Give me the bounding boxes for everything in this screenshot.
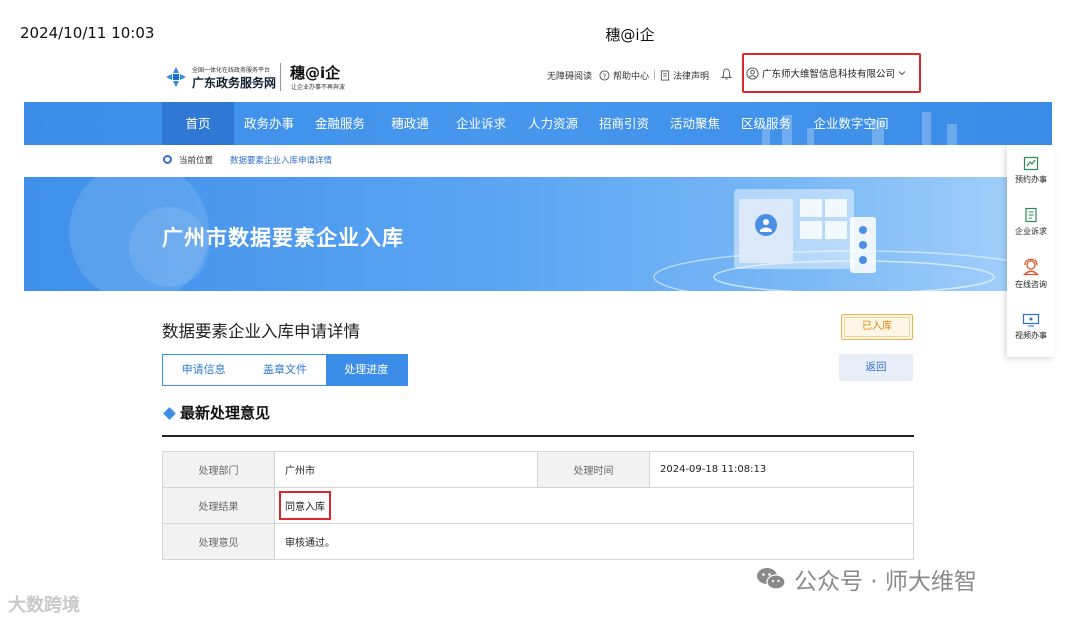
brand-slogan: 让企业办事不再奔波: [291, 84, 346, 91]
document-icon: [660, 70, 670, 81]
section-title: 最新处理意见: [180, 404, 271, 422]
banner-title: 广州市数据要素企业入库: [162, 226, 404, 250]
customer-service-icon: [1022, 258, 1040, 276]
side-video-label: 视频办事: [1015, 331, 1047, 340]
tab-application-info[interactable]: 申请信息: [163, 355, 244, 385]
opinion-label: 处理意见: [162, 523, 275, 560]
side-appointment[interactable]: 预约办事: [1007, 155, 1055, 185]
result-cell: 同意入库: [274, 487, 914, 524]
nav-enterprise-appeal[interactable]: 企业诉求: [449, 102, 513, 145]
side-consult[interactable]: 在线咨询: [1007, 258, 1055, 290]
company-name: 广东师大维智信息科技有限公司: [762, 69, 896, 80]
breadcrumb-label: 当前位置: [179, 156, 214, 166]
nav-suizhengtong[interactable]: 穗政通: [380, 102, 440, 145]
nav-digital-space[interactable]: 企业数字空间: [806, 102, 896, 145]
nav-home[interactable]: 首页: [162, 102, 234, 145]
svg-text:?: ?: [603, 71, 607, 80]
result-label: 处理结果: [162, 487, 275, 524]
video-screen-icon: [1022, 313, 1040, 327]
processing-table: 处理部门 广州市 处理时间 2024-09-18 11:08:13 处理结果 同…: [162, 451, 914, 560]
accessible-reading-link[interactable]: 无障碍阅读: [547, 69, 592, 82]
accessible-reading-label: 无障碍阅读: [547, 72, 593, 82]
wechat-watermark-text: 公众号 · 师大维智: [794, 569, 977, 595]
dept-value: 广州市: [274, 451, 538, 488]
form-icon: [1025, 207, 1037, 223]
company-account-menu[interactable]: 广东师大维智信息科技有限公司: [746, 66, 906, 80]
nav-investment[interactable]: 招商引资: [592, 102, 656, 145]
back-button[interactable]: 返回: [839, 354, 913, 381]
calendar-chart-icon: [1023, 156, 1039, 171]
side-appointment-label: 预约办事: [1015, 175, 1047, 184]
side-video[interactable]: 视频办事: [1007, 313, 1055, 341]
legal-statement-label: 法律声明: [673, 72, 710, 82]
nav-human-resources[interactable]: 人力资源: [521, 102, 585, 145]
bell-icon[interactable]: [721, 68, 732, 80]
help-center-label: 帮助中心: [613, 72, 650, 82]
table-row: 处理意见 审核通过。: [162, 523, 914, 560]
legal-statement-link[interactable]: 法律声明: [660, 69, 709, 82]
tab-progress[interactable]: 处理进度: [325, 355, 407, 385]
opinion-value: 审核通过。: [274, 523, 914, 560]
dept-label: 处理部门: [162, 451, 275, 488]
section-divider: [162, 435, 914, 437]
side-consult-label: 在线咨询: [1015, 280, 1047, 289]
section-marker-icon: [163, 407, 176, 420]
nav-finance[interactable]: 金融服务: [308, 102, 372, 145]
detail-tabs: 申请信息 盖章文件 处理进度: [162, 354, 408, 386]
breadcrumb-current[interactable]: 数据要素企业入库申请详情: [230, 154, 332, 166]
user-icon: [746, 66, 759, 80]
time-value: 2024-09-18 11:08:13: [649, 451, 914, 488]
tab-stamped-files[interactable]: 盖章文件: [244, 355, 325, 385]
link-divider: [654, 70, 655, 80]
page-title: 数据要素企业入库申请详情: [162, 322, 360, 341]
side-appeal-label: 企业诉求: [1015, 227, 1047, 236]
help-center-link[interactable]: ? 帮助中心: [599, 69, 649, 82]
nav-gov-affairs[interactable]: 政务办事: [237, 102, 301, 145]
source-watermark-text: 大数跨境: [8, 595, 80, 616]
source-watermark: 大数跨境: [8, 591, 80, 617]
brand-name[interactable]: 穗@i企: [290, 62, 340, 83]
gov-logo-icon[interactable]: [164, 65, 188, 89]
time-label: 处理时间: [537, 451, 650, 488]
result-value: 同意入库: [279, 491, 331, 520]
chevron-down-icon: [898, 71, 906, 76]
window-title: 穗@i企: [605, 26, 655, 44]
nav-district-services[interactable]: 区级服务: [734, 102, 798, 145]
platform-name[interactable]: 广东政务服务网: [192, 74, 276, 91]
platform-subtitle: 全国一体化在线政务服务平台: [192, 67, 271, 74]
nav-events[interactable]: 活动聚焦: [663, 102, 727, 145]
table-row: 处理结果 同意入库: [162, 487, 914, 524]
status-badge: 已入库: [841, 314, 913, 340]
header-divider: [280, 63, 281, 91]
wechat-icon: [757, 568, 786, 590]
help-icon: ?: [599, 70, 610, 81]
table-row: 处理部门 广州市 处理时间 2024-09-18 11:08:13: [162, 451, 914, 488]
location-icon: [163, 155, 172, 164]
side-appeal[interactable]: 企业诉求: [1007, 207, 1055, 237]
wechat-watermark: 公众号 · 师大维智: [756, 562, 977, 596]
